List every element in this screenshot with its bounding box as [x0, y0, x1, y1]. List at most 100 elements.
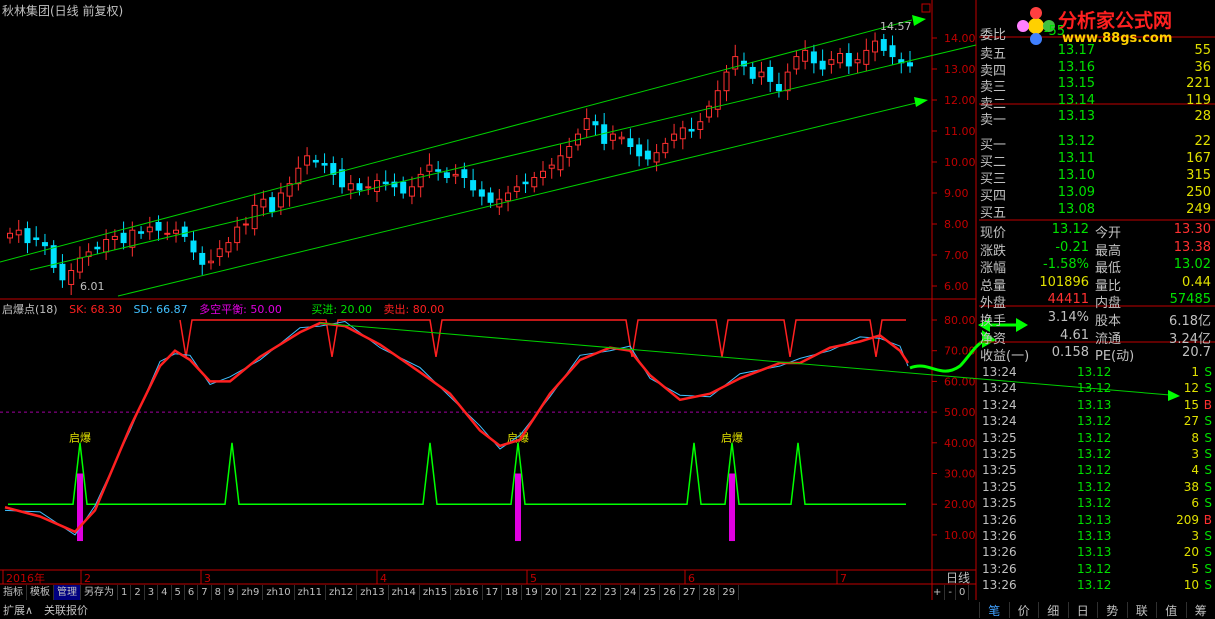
quote-value: -1.58%: [1043, 257, 1089, 272]
tick-row[interactable]: 13:2513.128S: [979, 431, 1215, 447]
tick-volume: 1: [1191, 365, 1199, 379]
bottom-tab[interactable]: 25: [640, 585, 660, 600]
bottom-tab[interactable]: 28: [700, 585, 720, 600]
bottom-tab[interactable]: 1: [118, 585, 131, 600]
tick-time: 13:26: [982, 578, 1017, 592]
indicator-name: 启爆点(18): [2, 303, 58, 316]
bottom-tab[interactable]: zh9: [238, 585, 263, 600]
ask-row: 卖一13.1328: [979, 109, 1215, 126]
bottom-tab[interactable]: 20: [542, 585, 562, 600]
candle-body: [34, 238, 39, 240]
weibi-value: -55: [1044, 24, 1065, 39]
quote-label: 现价: [980, 222, 1006, 241]
bottom-tab[interactable]: zh11: [295, 585, 326, 600]
right-tab[interactable]: 笔: [979, 602, 1009, 618]
tick-volume: 10: [1184, 578, 1199, 592]
bottom-tab[interactable]: 21: [561, 585, 581, 600]
bottom-tab[interactable]: 22: [581, 585, 601, 600]
ask-row: 卖三13.15221: [979, 76, 1215, 93]
bottom-tab[interactable]: 7: [198, 585, 211, 600]
tick-row[interactable]: 13:2613.133S: [979, 529, 1215, 545]
tick-time: 13:25: [982, 431, 1017, 445]
bottom-tab[interactable]: zh12: [326, 585, 357, 600]
bottom-tab[interactable]: 24: [621, 585, 641, 600]
tick-row[interactable]: 13:2613.1210S: [979, 578, 1215, 594]
related-quote-button[interactable]: 关联报价: [44, 602, 88, 618]
tick-side: S: [1204, 381, 1212, 395]
bid-volume: 22: [1194, 134, 1211, 149]
bottom-tab[interactable]: 另存为: [81, 585, 118, 600]
chart-title: 秋林集团(日线 前复权): [2, 2, 123, 19]
date-label: 5: [530, 572, 537, 585]
tick-time: 13:25: [982, 463, 1017, 477]
candle-body: [890, 46, 895, 57]
bottom-tab[interactable]: 3: [145, 585, 158, 600]
balance-label: 多空平衡: 50.00: [199, 303, 282, 316]
candle-body: [366, 187, 371, 188]
tick-time: 13:24: [982, 381, 1017, 395]
quote-label: 总量: [980, 275, 1006, 294]
tick-row[interactable]: 13:2613.125S: [979, 562, 1215, 578]
bottom-tab[interactable]: 管理: [54, 585, 81, 600]
sd-label: SD: 66.87: [133, 303, 187, 316]
tick-time: 13:24: [982, 414, 1017, 428]
arrow-head: [914, 97, 928, 107]
bottom-tab[interactable]: 5: [172, 585, 185, 600]
right-tab[interactable]: 细: [1038, 602, 1068, 618]
zoom-button[interactable]: -: [945, 585, 956, 600]
right-tab[interactable]: 价: [1009, 602, 1039, 618]
tick-row[interactable]: 13:2513.126S: [979, 496, 1215, 512]
bottom-tab[interactable]: zh13: [357, 585, 388, 600]
ask-price: 13.15: [1058, 76, 1095, 91]
candle-body: [261, 199, 266, 207]
bottom-tab[interactable]: zb16: [451, 585, 482, 600]
tick-row[interactable]: 13:2513.1238S: [979, 480, 1215, 496]
tick-price: 13.12: [1077, 480, 1111, 494]
bottom-tab[interactable]: 4: [158, 585, 171, 600]
right-tab[interactable]: 日: [1068, 602, 1098, 618]
candle-body: [584, 119, 589, 130]
bottom-tab[interactable]: 26: [660, 585, 680, 600]
bottom-tab[interactable]: zh14: [389, 585, 420, 600]
bottom-tab[interactable]: 18: [502, 585, 522, 600]
bid-row: 买一13.1222: [979, 134, 1215, 151]
bottom-tab[interactable]: 29: [719, 585, 739, 600]
bottom-tab[interactable]: zh10: [263, 585, 294, 600]
tick-row[interactable]: 13:2513.124S: [979, 463, 1215, 479]
tick-row[interactable]: 13:2613.13209B: [979, 513, 1215, 529]
bottom-tab[interactable]: 2: [131, 585, 144, 600]
bottom-tab[interactable]: 模板: [27, 585, 54, 600]
bottom-tab[interactable]: 8: [212, 585, 225, 600]
tick-price: 13.13: [1077, 398, 1111, 412]
quote-row: 涨幅-1.58%最低13.02: [979, 257, 1215, 274]
candle-body: [69, 271, 74, 285]
right-tab[interactable]: 筹: [1186, 602, 1215, 618]
bottom-tab[interactable]: 9: [225, 585, 238, 600]
tick-row[interactable]: 13:2413.121S: [979, 365, 1215, 381]
ask-price: 13.13: [1058, 109, 1095, 124]
bottom-tab[interactable]: zh15: [420, 585, 451, 600]
quote-value: 4.61: [1060, 328, 1089, 343]
bottom-tab[interactable]: 6: [185, 585, 198, 600]
tick-row[interactable]: 13:2413.1212S: [979, 381, 1215, 397]
ask-price: 13.17: [1058, 43, 1095, 58]
tick-row[interactable]: 13:2413.1315B: [979, 398, 1215, 414]
bottom-tab[interactable]: 17: [483, 585, 503, 600]
right-tab[interactable]: 联: [1127, 602, 1157, 618]
bottom-tab[interactable]: 19: [522, 585, 542, 600]
bottom-tab[interactable]: 指标: [0, 585, 27, 600]
right-tab[interactable]: 势: [1097, 602, 1127, 618]
tick-row[interactable]: 13:2413.1227S: [979, 414, 1215, 430]
zoom-button[interactable]: +: [930, 585, 945, 600]
candle-body: [855, 60, 860, 63]
candle-body: [174, 230, 179, 233]
tick-row[interactable]: 13:2613.1320S: [979, 545, 1215, 561]
candle-body: [785, 72, 790, 91]
tick-price: 13.12: [1077, 496, 1111, 510]
zoom-button[interactable]: 0: [956, 585, 969, 600]
bottom-tab[interactable]: 27: [680, 585, 700, 600]
tick-row[interactable]: 13:2513.123S: [979, 447, 1215, 463]
right-tab[interactable]: 值: [1156, 602, 1186, 618]
expand-button[interactable]: 扩展∧: [3, 602, 33, 618]
bottom-tab[interactable]: 23: [601, 585, 621, 600]
